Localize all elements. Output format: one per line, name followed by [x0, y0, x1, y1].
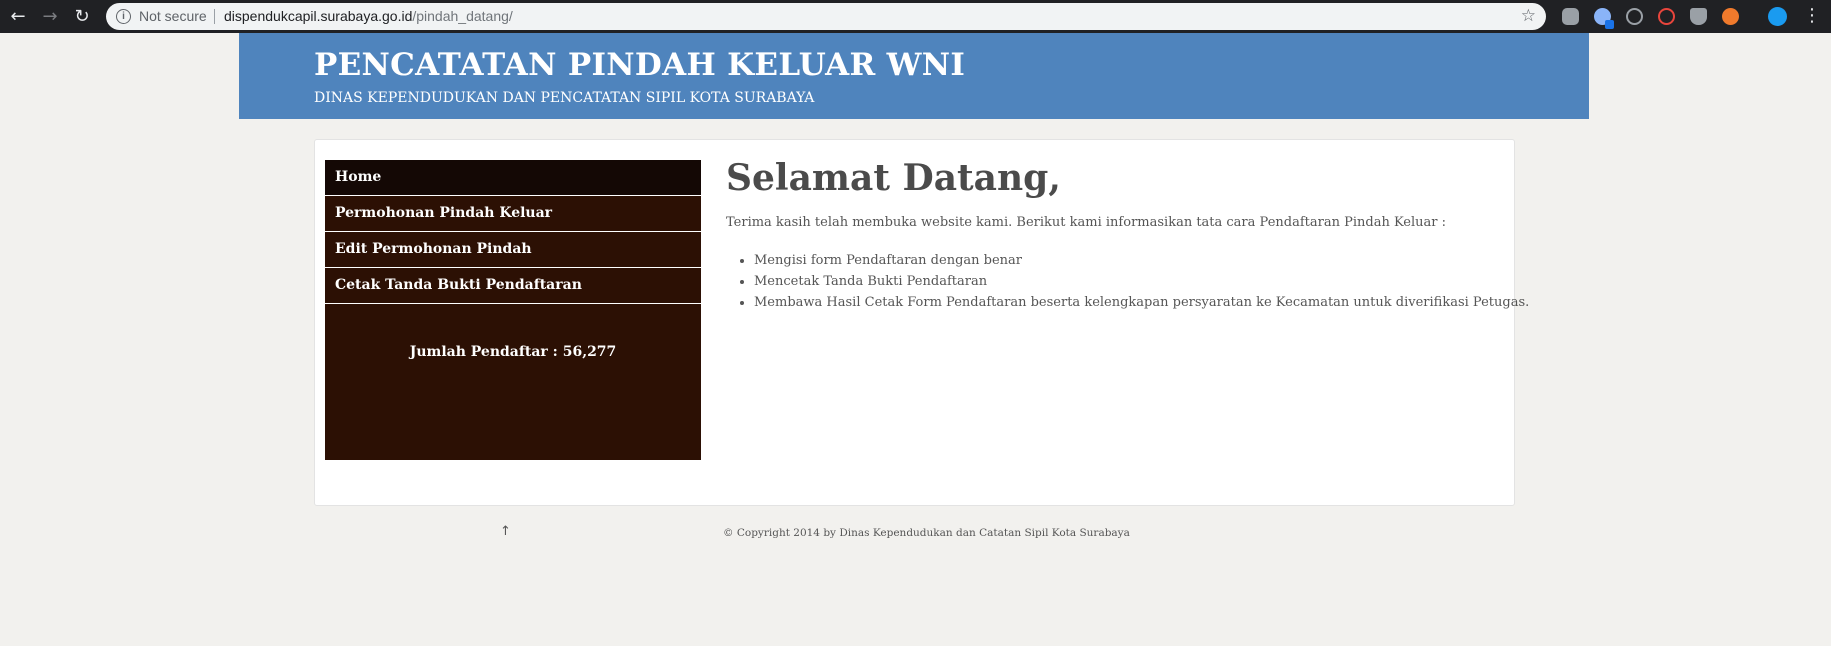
back-to-top-link[interactable]: ↑ [500, 524, 511, 539]
list-item: Membawa Hasil Cetak Form Pendaftaran bes… [754, 292, 1529, 313]
forward-arrow-icon[interactable]: → [39, 6, 61, 28]
url-host: dispendukcapil.surabaya.go.id [224, 8, 413, 24]
omnibox-divider [214, 9, 215, 24]
chat-extension-icon[interactable] [1594, 8, 1614, 29]
steps-list: Mengisi form Pendaftaran dengan benar Me… [726, 250, 1529, 313]
back-arrow-icon[interactable]: ← [7, 6, 29, 28]
sidebar-item-permohonan-pindah-keluar[interactable]: Permohonan Pindah Keluar [325, 196, 701, 232]
list-item: Mengisi form Pendaftaran dengan benar [754, 250, 1496, 271]
reload-icon[interactable]: ↻ [71, 6, 93, 28]
browser-toolbar: ← → ↻ i Not secure dispendukcapil.suraba… [0, 0, 1831, 33]
registrant-counter: Jumlah Pendaftar : 56,277 [409, 344, 617, 360]
sidebar-item-home[interactable]: Home [325, 160, 701, 196]
sidebar-menu: Home Permohonan Pindah Keluar Edit Permo… [325, 160, 701, 460]
site-header: PENCATATAN PINDAH KELUAR WNI DINAS KEPEN… [239, 33, 1589, 119]
security-label[interactable]: Not secure [139, 8, 207, 24]
site-subtitle: DINAS KEPENDUDUKAN DAN PENCATATAN SIPIL … [314, 90, 815, 106]
bookmark-star-icon[interactable]: ☆ [1521, 6, 1536, 26]
kebab-menu-icon[interactable]: ⋮ [1803, 5, 1821, 27]
shield-extension-icon[interactable] [1690, 8, 1707, 25]
orange-extension-icon[interactable] [1722, 8, 1739, 25]
mail-extension-icon[interactable] [1562, 8, 1579, 25]
profile-avatar-icon[interactable] [1768, 7, 1787, 26]
minus-circle-icon[interactable] [1626, 8, 1643, 25]
adblock-icon[interactable] [1658, 8, 1675, 25]
sidebar-item-cetak-tanda-bukti[interactable]: Cetak Tanda Bukti Pendaftaran [325, 268, 701, 304]
url-path: /pindah_datang/ [412, 8, 513, 24]
address-bar[interactable]: i Not secure dispendukcapil.surabaya.go.… [106, 3, 1546, 30]
intro-text: Terima kasih telah membuka website kami.… [726, 215, 1447, 230]
notification-badge [1605, 20, 1614, 29]
url-text[interactable]: dispendukcapil.surabaya.go.id/pindah_dat… [224, 8, 513, 24]
sidebar-item-edit-permohonan-pindah[interactable]: Edit Permohonan Pindah [325, 232, 701, 268]
main-content: Selamat Datang, Terima kasih telah membu… [726, 156, 1529, 313]
page-title: Selamat Datang, [726, 157, 1061, 199]
site-title: PENCATATAN PINDAH KELUAR WNI [314, 47, 966, 83]
copyright-text: © Copyright 2014 by Dinas Kependudukan d… [723, 527, 1130, 539]
info-icon[interactable]: i [116, 9, 131, 24]
content-panel: Home Permohonan Pindah Keluar Edit Permo… [314, 139, 1529, 506]
list-item: Mencetak Tanda Bukti Pendaftaran [754, 271, 1496, 292]
